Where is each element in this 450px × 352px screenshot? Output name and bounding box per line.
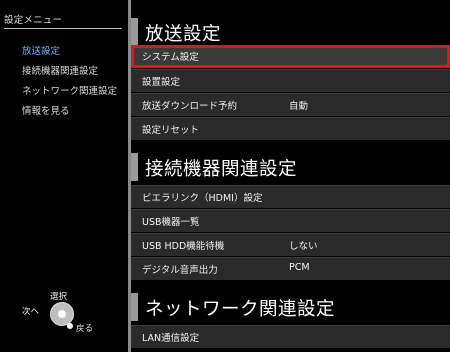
row-value: 自動 — [289, 101, 309, 112]
back-button-icon — [67, 323, 73, 329]
sidebar-item-network[interactable]: ネットワーク関連設定 — [22, 83, 117, 97]
row-label: デジタル音声出力 — [142, 265, 218, 276]
settings-panel: 放送設定 システム設定 設置設定 放送ダウンロード予約 自動 設定リセット 接続… — [131, 0, 450, 352]
menu-row-download-reservation[interactable]: 放送ダウンロード予約 自動 — [131, 93, 450, 116]
section-accent-bar — [131, 153, 138, 181]
menu-row-usb-hdd-standby[interactable]: USB HDD機能待機 しない — [131, 233, 450, 256]
section-accent-bar — [131, 293, 138, 321]
menu-row-settings-reset[interactable]: 設定リセット — [131, 117, 450, 140]
sidebar-title: 設定メニュー — [4, 15, 63, 26]
menu-row-lan-settings[interactable]: LAN通信設定 — [131, 325, 450, 348]
menu-row-system-settings[interactable]: システム設定 — [131, 45, 450, 68]
row-value: しない — [289, 241, 318, 252]
remote-legend: 選択 次へ 戻る — [0, 285, 130, 352]
section-title: ネットワーク関連設定 — [145, 299, 336, 320]
row-label: システム設定 — [142, 52, 199, 63]
sidebar-item-info[interactable]: 情報を見る — [22, 103, 70, 117]
section-accent-bar — [131, 18, 138, 46]
section-header-broadcast: 放送設定 — [131, 15, 450, 49]
sidebar-item-broadcast[interactable]: 放送設定 — [22, 43, 60, 57]
sidebar: 設定メニュー 放送設定 接続機器関連設定 ネットワーク関連設定 情報を見る 選択… — [0, 0, 130, 352]
menu-row-viera-link[interactable]: ビエラリンク（HDMI）設定 — [131, 185, 450, 208]
menu-row-installation-settings[interactable]: 設置設定 — [131, 69, 450, 92]
sidebar-divider — [4, 28, 122, 29]
row-label: USB HDD機能待機 — [142, 241, 225, 252]
dial-center-icon — [58, 310, 66, 318]
row-value: PCM — [289, 262, 310, 273]
legend-select-label: 選択 — [50, 292, 68, 302]
legend-next-label: 次へ — [22, 307, 40, 317]
legend-back-label: 戻る — [76, 324, 94, 334]
row-label: LAN通信設定 — [142, 333, 200, 344]
row-label: USB機器一覧 — [142, 217, 200, 228]
section-title: 放送設定 — [145, 24, 222, 45]
sidebar-item-devices[interactable]: 接続機器関連設定 — [22, 63, 98, 77]
row-label: 設定リセット — [142, 125, 200, 136]
menu-row-usb-devices[interactable]: USB機器一覧 — [131, 209, 450, 232]
section-header-devices: 接続機器関連設定 — [131, 150, 450, 184]
row-label: ビエラリンク（HDMI）設定 — [142, 193, 263, 204]
row-label: 設置設定 — [142, 77, 181, 88]
section-header-network: ネットワーク関連設定 — [131, 290, 450, 324]
section-title: 接続機器関連設定 — [145, 159, 298, 180]
menu-row-digital-audio-output[interactable]: デジタル音声出力 PCM — [131, 257, 450, 280]
row-label: 放送ダウンロード予約 — [142, 101, 238, 112]
